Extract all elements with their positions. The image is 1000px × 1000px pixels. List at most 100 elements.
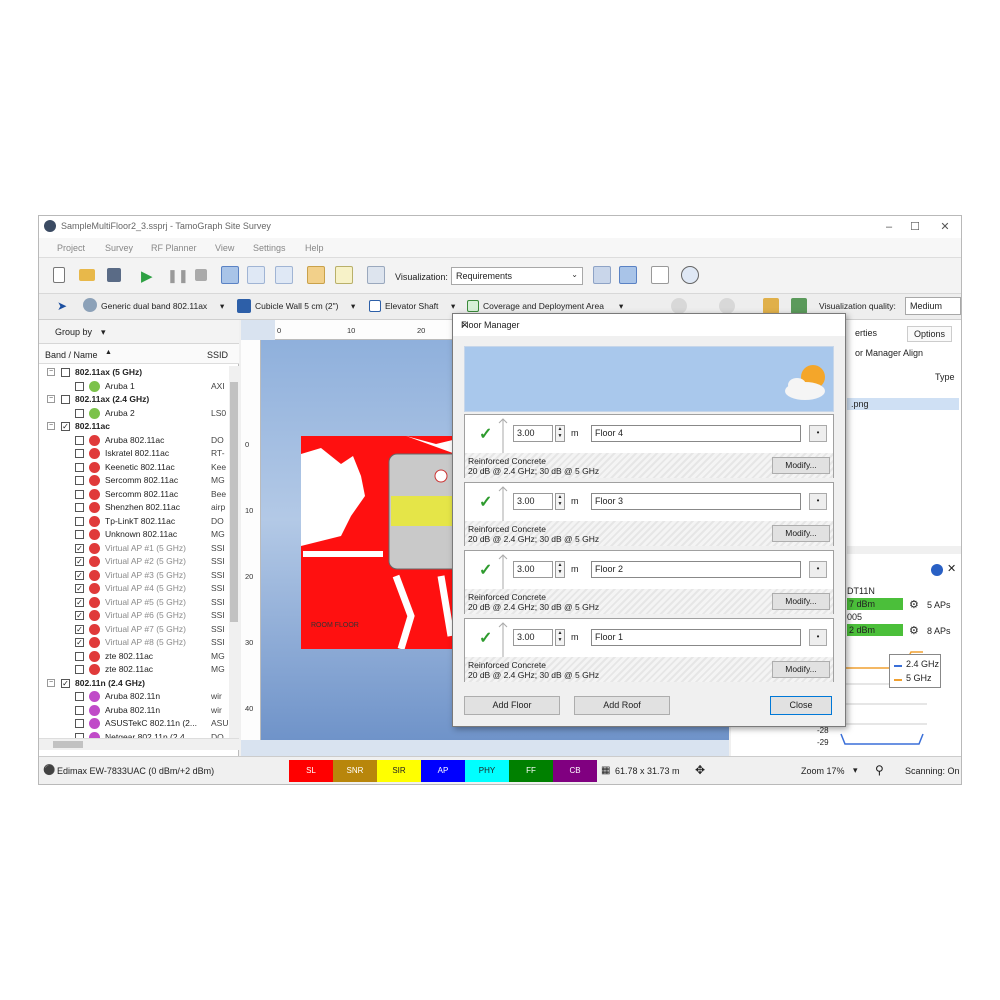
col-band-name[interactable]: Band / Name — [45, 350, 98, 360]
move-icon[interactable]: ✥ — [695, 763, 705, 777]
tree-item[interactable]: Tp-LinkT 802.11ac DO — [39, 515, 229, 528]
checkbox[interactable] — [75, 651, 84, 661]
chevron-down-icon[interactable]: ▾ — [619, 301, 623, 312]
redo-icon[interactable] — [719, 298, 735, 314]
check-icon[interactable]: ✓ — [479, 560, 492, 580]
menu-view[interactable]: View — [215, 243, 234, 253]
checkbox[interactable] — [61, 368, 70, 377]
legend-phy[interactable]: PHY — [465, 760, 509, 782]
optimize-icon[interactable] — [791, 298, 807, 314]
height-stepper[interactable]: ▲ ▼ — [555, 493, 565, 510]
checkbox[interactable] — [75, 665, 84, 674]
tree-item[interactable]: zte 802.11ac MG — [39, 650, 229, 663]
collapse-icon[interactable]: − — [47, 422, 55, 430]
horizontal-scrollbar[interactable] — [39, 738, 239, 750]
tree-item[interactable]: ✓ Virtual AP #8 (5 GHz) SSI — [39, 636, 229, 649]
collapse-icon[interactable]: − — [47, 395, 55, 403]
subtab-align[interactable]: Align — [903, 348, 923, 358]
tree-item[interactable]: Shenzhen 802.11ac airp — [39, 501, 229, 514]
subtab-floor-manager[interactable]: or Manager — [855, 348, 901, 358]
checkbox[interactable] — [75, 489, 84, 499]
collapse-icon[interactable]: − — [47, 678, 55, 687]
floor-name-input[interactable]: Floor 1 — [591, 629, 801, 646]
legend-ap[interactable]: AP — [421, 760, 465, 782]
checkbox[interactable] — [75, 476, 84, 485]
tree-item[interactable]: ✓ Virtual AP #5 (5 GHz) SSI — [39, 596, 229, 609]
checkbox[interactable]: ✓ — [75, 584, 84, 593]
tree-group[interactable]: − 802.11ax (2.4 GHz) — [39, 393, 229, 406]
checkbox[interactable] — [75, 692, 84, 701]
group-by-bar[interactable]: Group by ▾ — [39, 320, 239, 344]
chevron-down-icon[interactable]: ▾ — [101, 327, 106, 338]
tab-options[interactable]: Options — [907, 326, 953, 342]
tree-item[interactable]: Iskratel 802.11ac RT- — [39, 447, 229, 460]
panel-divider[interactable] — [847, 546, 961, 554]
checkbox[interactable] — [75, 516, 84, 526]
legend-sl[interactable]: SL — [289, 760, 333, 782]
group-by-label[interactable]: Group by — [55, 327, 92, 337]
zoom-level[interactable]: Zoom 17% — [801, 766, 845, 776]
close-icon[interactable]: ✕ — [461, 320, 839, 331]
tree-item[interactable]: zte 802.11ac MG — [39, 663, 229, 676]
help-icon[interactable] — [931, 564, 943, 576]
modify-button[interactable]: Modify... — [772, 457, 830, 474]
legend-ff[interactable]: FF — [509, 760, 553, 782]
add-floor-button[interactable]: Add Floor — [464, 696, 560, 715]
passive-survey-icon[interactable] — [247, 266, 265, 284]
new-file-icon[interactable] — [53, 267, 65, 283]
checkbox[interactable] — [75, 408, 84, 418]
tree-item[interactable]: ✓ Virtual AP #3 (5 GHz) SSI — [39, 569, 229, 582]
floor-name-input[interactable]: Floor 3 — [591, 493, 801, 510]
checkbox[interactable] — [61, 395, 70, 404]
edit-icon[interactable] — [335, 266, 353, 284]
close-button[interactable]: Close — [770, 696, 832, 715]
check-icon[interactable]: ✓ — [479, 628, 492, 648]
survey-mode-icon[interactable] — [221, 266, 239, 284]
menu-help[interactable]: Help — [305, 243, 324, 253]
check-icon[interactable]: ✓ — [479, 492, 492, 512]
chevron-down-icon[interactable]: ▾ — [220, 301, 224, 312]
tree-item[interactable]: Aruba 802.11ac DO — [39, 434, 229, 447]
microphone-icon[interactable]: ⚲ — [875, 763, 884, 777]
grid-view-icon[interactable] — [619, 266, 637, 284]
tree-item[interactable]: Aruba 802.11n wir — [39, 704, 229, 717]
chevron-down-icon[interactable]: ▾ — [451, 301, 455, 312]
report-icon[interactable] — [651, 266, 669, 284]
scroll-thumb[interactable] — [230, 382, 238, 622]
checkbox[interactable]: ✓ — [75, 543, 84, 553]
coverage-dropdown[interactable]: Coverage and Deployment Area — [483, 301, 604, 311]
maximize-icon[interactable]: ☐ — [901, 219, 929, 235]
floor-name-input[interactable]: Floor 2 — [591, 561, 801, 578]
height-stepper[interactable]: ▲ ▼ — [555, 425, 565, 442]
stop-icon[interactable] — [195, 269, 207, 281]
tree-item[interactable]: ✓ Virtual AP #7 (5 GHz) SSI — [39, 623, 229, 636]
scroll-thumb[interactable] — [53, 741, 83, 748]
close-icon[interactable]: ✕ — [931, 219, 959, 235]
tree-item[interactable]: Sercomm 802.11ac Bee — [39, 488, 229, 501]
tree-item[interactable]: ✓ Virtual AP #1 (5 GHz) SSI — [39, 542, 229, 555]
tree-item[interactable]: ✓ Virtual AP #2 (5 GHz) SSI — [39, 555, 229, 568]
checkbox[interactable] — [75, 435, 84, 445]
tree-item[interactable]: ASUSTekC 802.11n (2... ASU — [39, 717, 229, 730]
menu-project[interactable]: Project — [57, 243, 85, 253]
tree-item[interactable]: Unknown 802.11ac MG — [39, 528, 229, 541]
filter-icon[interactable] — [367, 266, 385, 284]
floor-height-input[interactable]: 3.00 — [513, 561, 553, 578]
checkbox[interactable]: ✓ — [61, 678, 70, 688]
floor-options-button[interactable]: • — [809, 493, 827, 510]
checkbox[interactable] — [75, 719, 84, 728]
gps-icon[interactable] — [307, 266, 325, 284]
legend-sir[interactable]: SIR — [377, 760, 421, 782]
close-icon[interactable]: ✕ — [947, 562, 956, 575]
checkbox[interactable]: ✓ — [75, 570, 84, 580]
modify-button[interactable]: Modify... — [772, 661, 830, 678]
help-ring-icon[interactable] — [681, 266, 699, 284]
floor-options-button[interactable]: • — [809, 425, 827, 442]
chevron-down-icon[interactable]: ▾ — [351, 301, 355, 312]
modify-button[interactable]: Modify... — [772, 593, 830, 610]
active-survey-icon[interactable] — [275, 266, 293, 284]
tree-item[interactable]: Sercomm 802.11ac MG — [39, 474, 229, 487]
checkbox[interactable] — [75, 449, 84, 458]
checkbox[interactable] — [75, 530, 84, 539]
menu-rf-planner[interactable]: RF Planner — [151, 243, 197, 253]
